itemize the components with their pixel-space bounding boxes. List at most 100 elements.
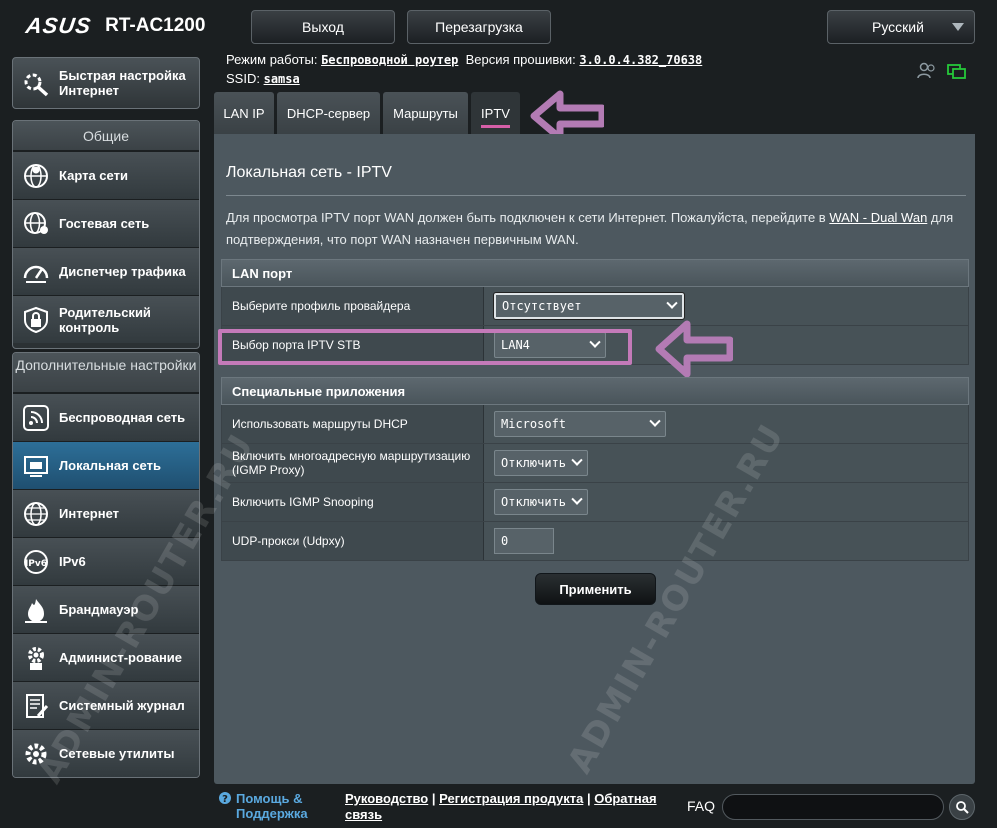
sidebar-item-label: Системный журнал: [59, 698, 185, 713]
operation-mode-label: Режим работы:: [226, 52, 318, 67]
manual-link[interactable]: Руководство: [345, 791, 428, 806]
advanced-group-header: Дополнительные настройки: [13, 353, 199, 393]
lan-icon: [21, 451, 51, 481]
ssid-label: SSID:: [226, 71, 260, 86]
sidebar-item-wireless[interactable]: Беспроводная сеть: [13, 393, 199, 441]
wan-dual-wan-link[interactable]: WAN - Dual Wan: [829, 210, 927, 225]
apply-button[interactable]: Применить: [535, 573, 656, 605]
wireless-icon: [21, 403, 51, 433]
dhcp-routes-label: Использовать маршруты DHCP: [222, 405, 484, 443]
administration-icon: [21, 643, 51, 673]
igmp-proxy-row: Включить многоадресную маршрутизацию (IG…: [221, 444, 969, 483]
footer-links: Руководство | Регистрация продукта | Обр…: [345, 791, 657, 822]
operation-mode-line: Режим работы: Беспроводной роутер Версия…: [226, 52, 702, 67]
sidebar-item-administration[interactable]: Админист-рование: [13, 633, 199, 681]
sidebar-item-guest-network[interactable]: Гостевая сеть: [13, 199, 199, 247]
stb-port-row: Выбор порта IPTV STB LAN4: [221, 326, 969, 365]
sidebar-item-label: Брандмауэр: [59, 602, 139, 617]
lan-port-section-header: LAN порт: [221, 259, 969, 287]
quick-setup-label: Быстрая настройка Интернет: [59, 68, 186, 98]
udpxy-input[interactable]: 0: [494, 528, 554, 554]
sidebar-item-label: Родительский контроль: [59, 304, 151, 335]
sidebar-item-network-map[interactable]: Карта сети: [13, 151, 199, 199]
stb-port-label: Выбор порта IPTV STB: [222, 326, 484, 364]
sidebar-item-label: Локальная сеть: [59, 458, 161, 473]
sidebar-item-network-tools[interactable]: Сетевые утилиты: [13, 729, 199, 777]
dhcp-routes-value: Microsoft: [501, 417, 567, 431]
dhcp-routes-select[interactable]: Microsoft: [494, 411, 666, 437]
network-status-icon[interactable]: [947, 62, 967, 80]
description-text: Для просмотра IPTV порт WAN должен быть …: [226, 210, 830, 225]
router-model: RT-AC1200: [105, 15, 206, 36]
sidebar-item-label: Диспетчер трафика: [59, 264, 186, 279]
sidebar-item-parental-control[interactable]: Родительский контроль: [13, 295, 199, 343]
tab-iptv[interactable]: IPTV: [471, 92, 520, 134]
isp-profile-select[interactable]: Отсутствует: [493, 292, 685, 320]
sidebar-item-traffic-manager[interactable]: Диспетчер трафика: [13, 247, 199, 295]
sidebar-item-lan[interactable]: Локальная сеть: [13, 441, 199, 489]
udpxy-row: UDP-прокси (Udpxy) 0: [221, 522, 969, 561]
udpxy-label: UDP-прокси (Udpxy): [222, 522, 484, 560]
help-support-link[interactable]: ? Помощь & Поддержка: [218, 791, 316, 821]
profile-label: Выберите профиль провайдера: [222, 287, 484, 325]
guest-network-icon: [21, 209, 51, 239]
asus-logo: ASUS: [24, 13, 93, 38]
chevron-down-icon: [649, 415, 661, 427]
parental-control-icon: [21, 305, 51, 335]
igmp-snooping-value: Отключить: [501, 495, 567, 509]
internet-icon: [21, 499, 51, 529]
sidebar-item-label: Интернет: [59, 506, 120, 521]
sidebar-item-internet[interactable]: Интернет: [13, 489, 199, 537]
ssid-value[interactable]: samsa: [264, 72, 300, 86]
tab-dhcp-server[interactable]: DHCP-сервер: [277, 92, 380, 134]
iptv-stb-port-select[interactable]: LAN4: [494, 332, 606, 358]
system-log-icon: [21, 691, 51, 721]
annotation-arrow-icon: [655, 320, 733, 378]
ssid-line: SSID: samsa: [226, 71, 300, 86]
svg-text:IPv6: IPv6: [25, 559, 47, 569]
logout-button[interactable]: Выход: [251, 10, 395, 44]
firmware-link[interactable]: 3.0.0.4.382_70638: [579, 53, 702, 67]
tab-routes[interactable]: Маршруты: [383, 92, 468, 134]
quick-setup-icon: [21, 68, 51, 98]
dropdown-arrow-icon: [952, 23, 964, 31]
isp-profile-value: Отсутствует: [502, 299, 582, 313]
chevron-down-icon: [589, 336, 601, 348]
igmp-snooping-label: Включить IGMP Snooping: [222, 483, 484, 521]
faq-search-input[interactable]: [722, 794, 944, 820]
sidebar-item-system-log[interactable]: Системный журнал: [13, 681, 199, 729]
sidebar-item-ipv6[interactable]: IPv6 IPv6: [13, 537, 199, 585]
reboot-button[interactable]: Перезагрузка: [407, 10, 551, 44]
language-select[interactable]: Русский: [827, 10, 975, 44]
title-divider: [226, 195, 966, 196]
page-title: Локальная сеть - IPTV: [226, 164, 392, 181]
network-map-icon: [21, 161, 51, 191]
advanced-group: Дополнительные настройки Беспроводная се…: [12, 352, 200, 778]
tab-lan-ip[interactable]: LAN IP: [214, 92, 274, 134]
chevron-down-icon: [571, 493, 583, 505]
igmp-proxy-select[interactable]: Отключить: [494, 450, 588, 476]
faq-label: FAQ: [687, 798, 716, 814]
igmp-snooping-select[interactable]: Отключить: [494, 489, 588, 515]
igmp-proxy-value: Отключить: [501, 456, 567, 470]
profile-row: Выберите профиль провайдера Отсутствует: [221, 287, 969, 326]
general-group: Общие Карта сети Гостевая сеть Диспетчер…: [12, 120, 200, 349]
igmp-snooping-row: Включить IGMP Snooping Отключить: [221, 483, 969, 522]
firewall-icon: [21, 595, 51, 625]
sidebar-item-label: Сетевые утилиты: [59, 746, 175, 761]
clients-icon[interactable]: [917, 62, 937, 80]
igmp-proxy-label: Включить многоадресную маршрутизацию (IG…: [222, 444, 484, 482]
quick-internet-setup-button[interactable]: Быстрая настройка Интернет: [12, 57, 200, 109]
operation-mode-link[interactable]: Беспроводной роутер: [321, 53, 458, 67]
product-registration-link[interactable]: Регистрация продукта: [439, 791, 583, 806]
dhcp-routes-row: Использовать маршруты DHCP Microsoft: [221, 405, 969, 444]
stb-port-value: LAN4: [501, 338, 530, 352]
page-description: Для просмотра IPTV порт WAN должен быть …: [226, 207, 966, 251]
sidebar-item-label: Админист-рование: [59, 650, 183, 665]
traffic-manager-icon: [21, 257, 51, 287]
sidebar-item-label: IPv6: [59, 554, 86, 569]
sidebar-item-firewall[interactable]: Брандмауэр: [13, 585, 199, 633]
status-icons: [917, 62, 967, 80]
special-apps-section-header: Специальные приложения: [221, 377, 969, 405]
faq-search-button[interactable]: [949, 794, 975, 820]
